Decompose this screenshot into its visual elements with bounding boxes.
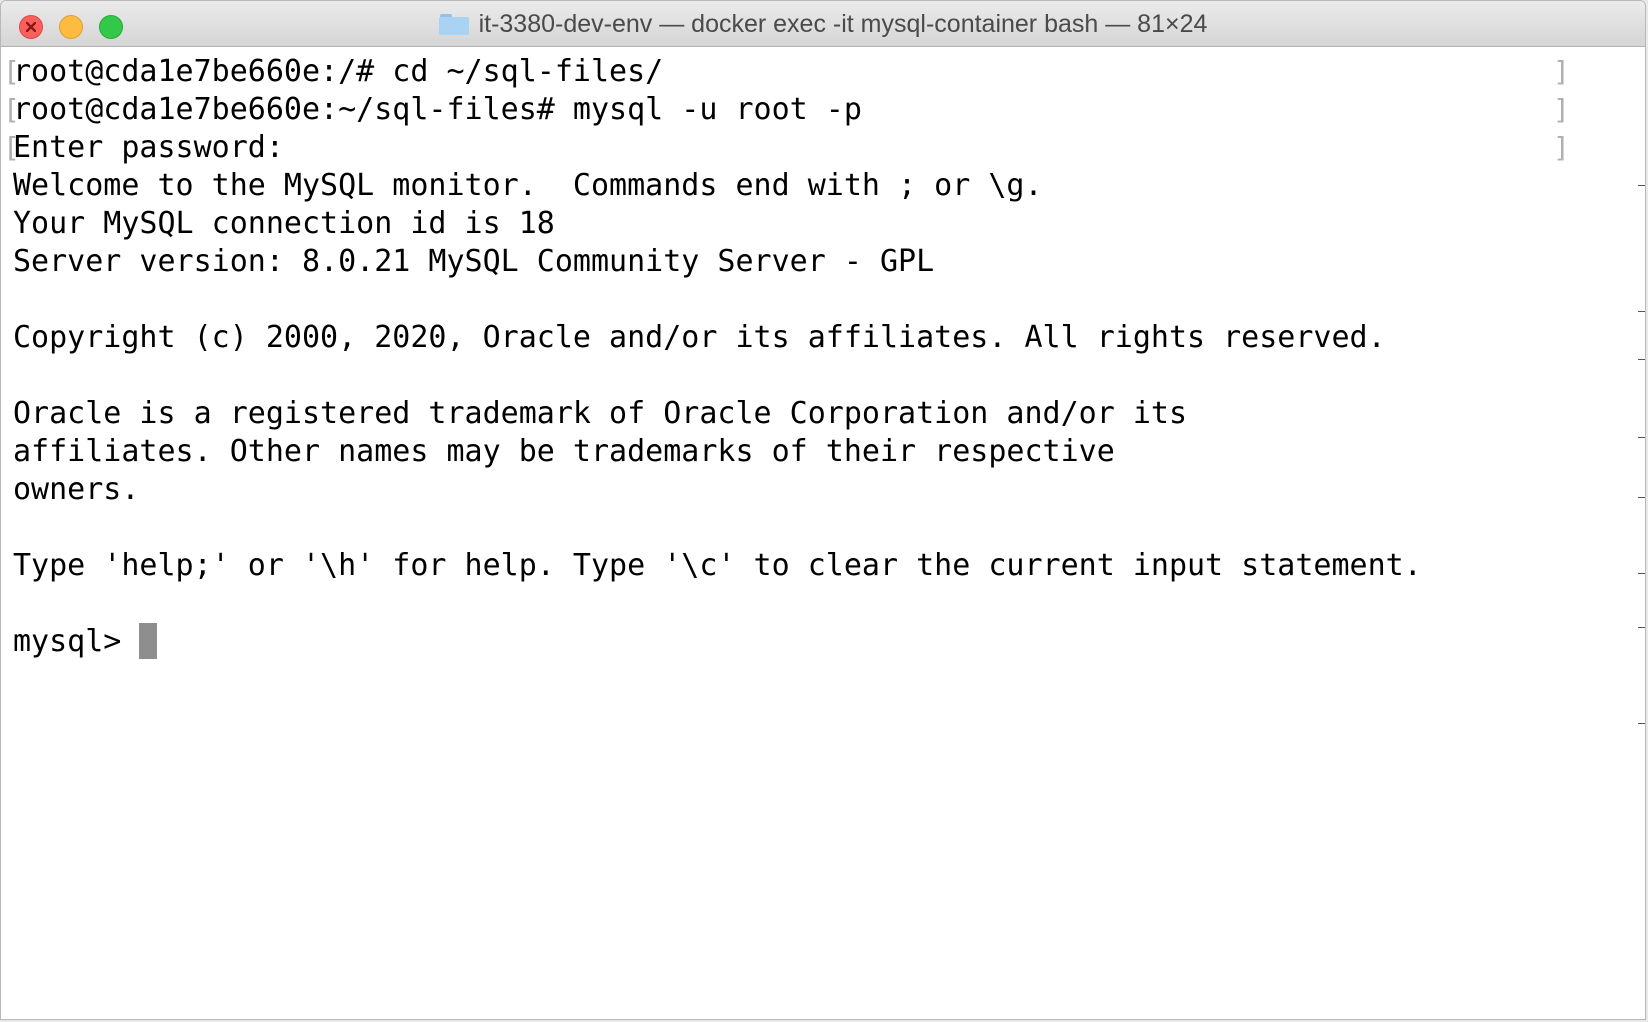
terminal-line: Copyright (c) 2000, 2020, Oracle and/or …: [13, 320, 1386, 355]
terminal-line: root@cda1e7be660e:~/sql-files# mysql -u …: [3, 91, 1645, 129]
terminal-line: Oracle is a registered trademark of Orac…: [13, 396, 1187, 431]
window-title-group: it-3380-dev-env — docker exec -it mysql-…: [1, 1, 1645, 47]
folder-icon: [438, 13, 469, 35]
terminal-output[interactable]: root@cda1e7be660e:/# cd ~/sql-files/ roo…: [1, 47, 1645, 1019]
mysql-prompt: mysql>: [13, 624, 140, 659]
terminal-line: owners.: [13, 472, 140, 507]
terminal-line: Type 'help;' or '\h' for help. Type '\c'…: [13, 548, 1422, 583]
terminal-line: Server version: 8.0.21 MySQL Community S…: [13, 244, 935, 279]
terminal-line: root@cda1e7be660e:/# cd ~/sql-files/: [3, 53, 1645, 91]
prompt-line[interactable]: mysql>: [13, 623, 1645, 661]
terminal-line: Enter password:: [3, 129, 1645, 167]
terminal-line: Your MySQL connection id is 18: [13, 206, 555, 241]
window-title: it-3380-dev-env — docker exec -it mysql-…: [478, 9, 1208, 38]
title-bar[interactable]: it-3380-dev-env — docker exec -it mysql-…: [1, 1, 1645, 47]
terminal-window[interactable]: it-3380-dev-env — docker exec -it mysql-…: [0, 0, 1646, 1020]
scrollback-marks: [1637, 47, 1645, 1019]
terminal-line: Welcome to the MySQL monitor. Commands e…: [13, 168, 1043, 203]
text-cursor: [139, 623, 158, 659]
terminal-line: affiliates. Other names may be trademark…: [13, 434, 1115, 469]
